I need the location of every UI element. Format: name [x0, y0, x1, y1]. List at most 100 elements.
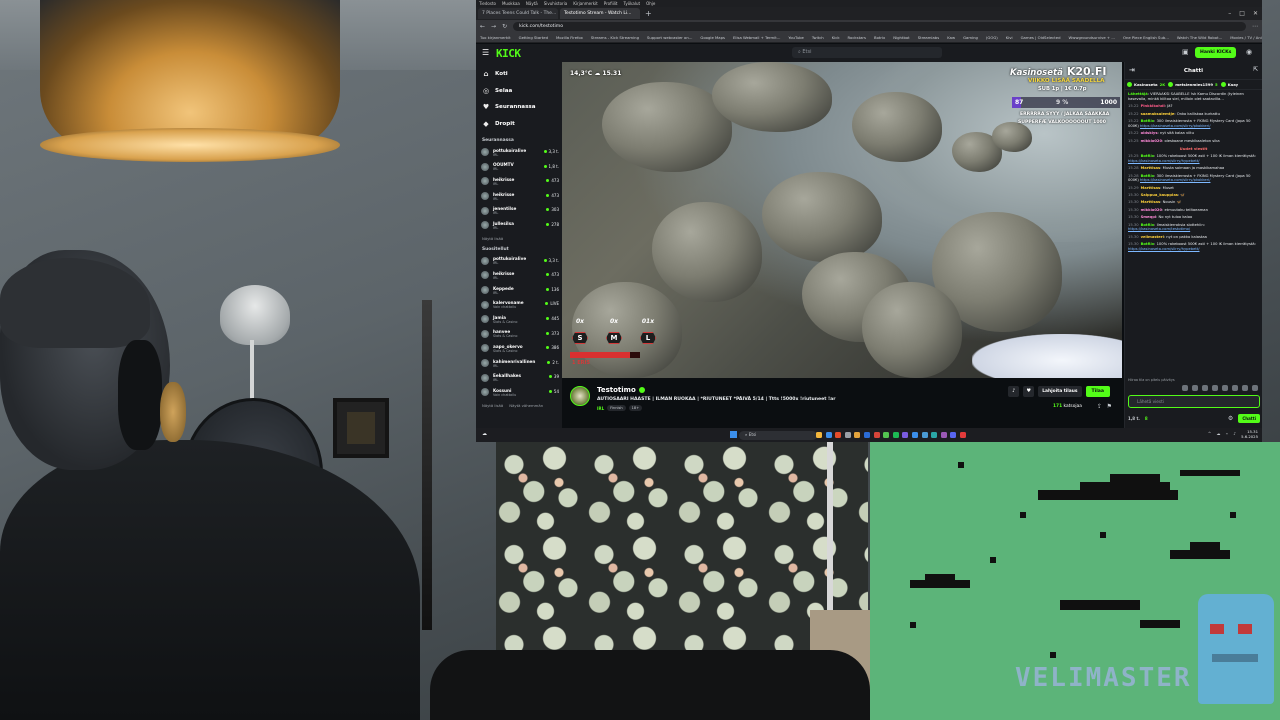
report-icon[interactable]: ⚑ [1107, 403, 1112, 410]
bookmark-item[interactable]: Elisa Webmail + Termit... [733, 35, 780, 40]
spotify-icon[interactable] [892, 432, 899, 438]
channel-item[interactable]: pottukoiralive IRL 3,3 t. [476, 254, 562, 269]
message-user[interactable]: mikkio020 [1141, 139, 1163, 143]
message-link[interactable]: https://kasinoseta.com/slirry/pkokkeri/ [1140, 178, 1210, 182]
chat-message[interactable]: 15.30 velimasteri: nyt on pakko kalastaa [1128, 235, 1259, 240]
xbox-icon[interactable] [883, 432, 890, 438]
app-icon[interactable] [911, 432, 918, 438]
menu-item[interactable]: Työkalut [624, 1, 641, 6]
search-input[interactable]: ⌕ Etsi [792, 47, 942, 58]
bookmark-item[interactable]: Support webcaster on... [647, 35, 692, 40]
message-user[interactable]: oldskiys [1141, 131, 1158, 135]
taskbar-clock[interactable]: 15.31 5.6.2025 [1241, 429, 1258, 439]
channel-item[interactable]: Jamia Slots & Casino 445 [476, 312, 562, 327]
heart-icon[interactable]: ♥ [1023, 386, 1035, 397]
channel-item[interactable]: heikrisse IRL 473 [476, 174, 562, 189]
chat-message[interactable]: 15.22 oldskiys: nyt sitä kalaa viltu [1128, 131, 1259, 136]
channel-item[interactable]: Eekallhakes IRL 39 [476, 370, 562, 385]
profile-icon[interactable]: ◉ [1246, 48, 1252, 56]
emote-icon[interactable] [1232, 385, 1238, 391]
message-user[interactable]: saamaksalemtje [1141, 112, 1175, 116]
show-more-link[interactable]: Näytä lisää [476, 233, 562, 241]
channel-item[interactable]: OOUMTV IRL 1,8 t. [476, 160, 562, 175]
message-user[interactable]: BotRix [1141, 242, 1155, 246]
message-link[interactable]: https://kasinoseta.com/testotimo/ [1128, 227, 1190, 231]
kick-logo[interactable]: KICK [496, 47, 521, 60]
bookmark-item[interactable]: Kick [832, 35, 840, 40]
bookmark-item[interactable]: Watch The Wild Robot... [1177, 35, 1222, 40]
maximize-icon[interactable]: □ [1239, 10, 1245, 17]
emote-icon[interactable] [1202, 385, 1208, 391]
weather-widget[interactable]: ☁ [482, 431, 487, 437]
app-icon[interactable] [902, 432, 909, 438]
extensions-icon[interactable]: ⋯ [1252, 23, 1258, 30]
bookmark-item[interactable]: (GOG) [986, 35, 998, 40]
channel-item[interactable]: Keppede IRL 136 [476, 283, 562, 298]
menu-item[interactable]: Tiedosto [479, 1, 496, 6]
file-explorer-icon[interactable] [816, 432, 822, 438]
url-field[interactable]: kick.com/testotimo [513, 22, 1246, 31]
message-user[interactable]: BotRix [1141, 223, 1155, 227]
menu-icon[interactable]: ☰ [482, 48, 489, 57]
video-player[interactable]: 14,3°C ☁ 15.31 Kasinosetä K20.FI VIIKKO L… [562, 62, 1122, 378]
taskbar-search[interactable]: ⌕ Etsi [739, 431, 817, 440]
chat-message[interactable]: 15.29 Marttisas: Muset [1128, 186, 1259, 191]
bookmark-item[interactable]: Games | OldSelected [1021, 35, 1061, 40]
bookmark-item[interactable]: Movies / TV / Anime... [1230, 35, 1262, 40]
chat-message[interactable]: 15.22 Pinkkikohdi: Jä? [1128, 104, 1259, 109]
channel-item[interactable]: heikrisse IRL 473 [476, 189, 562, 204]
sidebar-item-browse[interactable]: ◎ Selaa [482, 83, 562, 100]
cast-icon[interactable]: ▣ [1182, 48, 1189, 56]
message-link[interactable]: https://kasinoseta.com/slirry/pkokkeri/ [1140, 124, 1210, 128]
system-tray[interactable]: ^ ☁ ⌁ ♪ [1208, 431, 1238, 436]
settings-icon[interactable] [844, 432, 851, 438]
chat-message[interactable]: 15.22 saamaksalemtje: Onko kalliskaa kurk… [1128, 112, 1259, 117]
emote-icon[interactable] [1212, 385, 1218, 391]
bookmark-item[interactable]: Tuo kirjanmerkit [480, 35, 511, 40]
stream-tag[interactable]: 18+ [628, 405, 643, 411]
emote-icon[interactable] [1182, 385, 1188, 391]
bookmark-item[interactable]: Botrix [874, 35, 885, 40]
channel-item[interactable]: hanvee Slots & Casino 373 [476, 327, 562, 342]
chat-message[interactable]: 15.30 Marttisas: Nousin 🦋 [1128, 200, 1259, 205]
start-icon[interactable] [730, 431, 737, 438]
chat-message[interactable]: 15.25 BotRix: 100% rakeboost 500€ asti + … [1128, 154, 1259, 164]
sidebar-item-following[interactable]: ♥ Seurannassa [482, 99, 562, 116]
message-user[interactable]: Marttisas [1141, 200, 1161, 204]
gifter-pin[interactable]: Kaay [1220, 82, 1240, 87]
message-user[interactable]: BotRix [1141, 154, 1155, 158]
chat-message[interactable]: 15.25 mikkio020: oleskoane meskikaaleton … [1128, 139, 1259, 144]
popout-icon[interactable]: ⇱ [1253, 66, 1258, 73]
message-user[interactable]: Marttisas [1141, 166, 1161, 170]
message-user[interactable]: Pinkkikohdi [1141, 104, 1165, 108]
bookmark-item[interactable]: Streamlabs [918, 35, 940, 40]
discord-icon[interactable] [950, 432, 957, 438]
chat-message[interactable]: 15.28 BotRix: 300 ilmaiskierrosta + FKING… [1128, 174, 1259, 184]
channel-item[interactable]: Kossuni Vain chattailu 54 [476, 385, 562, 400]
notification-bell-icon[interactable]: ♪ [1008, 386, 1020, 397]
stream-tag[interactable]: Finnish [607, 405, 626, 411]
menu-item[interactable]: Muokkaa [502, 1, 520, 6]
emote-icon[interactable] [1252, 385, 1258, 391]
show-less-link[interactable]: Näytä vähemmän [509, 403, 543, 408]
streamer-avatar[interactable] [570, 386, 590, 406]
forward-icon[interactable]: → [491, 23, 496, 30]
chat-message[interactable]: 15.30 mikkio020: etmuutaku teiltaeaman [1128, 208, 1259, 213]
chat-message[interactable]: 15.30 Salppua_kauppias: 🦋 [1128, 193, 1259, 198]
message-user[interactable]: Lähettäjä [1128, 92, 1148, 96]
bookmark-item[interactable]: Twitch [812, 35, 824, 40]
chat-message[interactable]: 15.30 BotRix: Ilmaiskierroksia slottehiin… [1128, 223, 1259, 233]
message-user[interactable]: Marttisas [1141, 186, 1161, 190]
close-icon[interactable]: ✕ [1253, 10, 1258, 17]
bookmark-item[interactable]: Google Maps [700, 35, 725, 40]
new-tab-icon[interactable]: + [642, 9, 655, 18]
gear-icon[interactable]: ⚙ [1228, 415, 1233, 422]
message-link[interactable]: https://kasinoseta.com/slirry/hypebett/ [1128, 247, 1200, 251]
chat-message[interactable]: 15.22 BotRix: 300 ilmaiskierrosta + FKING… [1128, 119, 1259, 129]
menu-item[interactable]: Sivuhistoria [544, 1, 568, 6]
message-user[interactable]: BotRix [1141, 119, 1155, 123]
message-user[interactable]: Salppua_kauppias [1141, 193, 1178, 197]
show-more-link[interactable]: Näytä lisää [482, 403, 503, 408]
emote-icon[interactable] [1242, 385, 1248, 391]
chat-message[interactable]: 15.30 Smeqpi: No nyt tuloo kaloo [1128, 215, 1259, 220]
